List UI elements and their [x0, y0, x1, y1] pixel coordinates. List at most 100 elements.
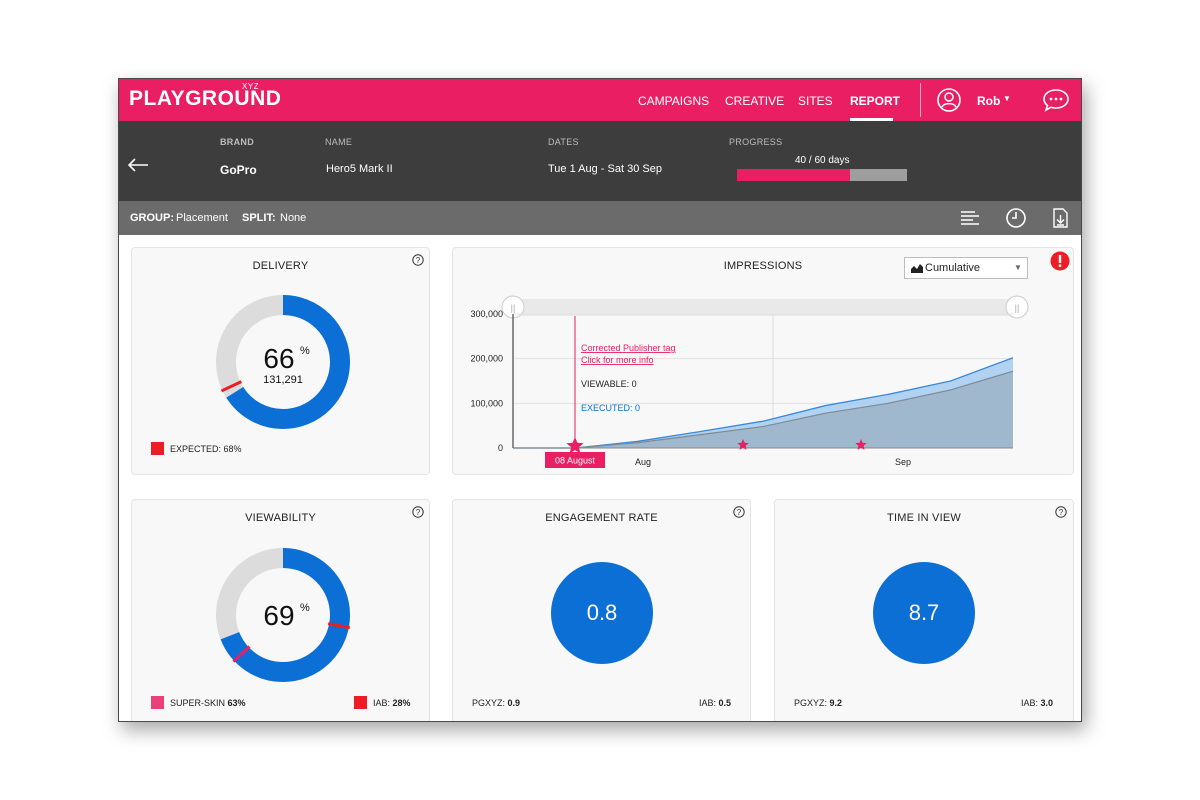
group-label: GROUP:	[130, 212, 174, 224]
date-tag-label: 08 August	[555, 456, 596, 466]
timeinview-pgxyz-value: 9.2	[829, 698, 843, 708]
progress-bar-fill	[737, 169, 851, 181]
engagement-pgxyz-label: PGXYZ:	[472, 698, 506, 708]
engagement-iab-value: 0.5	[718, 698, 732, 708]
iab-legend-value: 28%	[392, 698, 411, 708]
chat-icon[interactable]	[1042, 88, 1070, 112]
alert-icon[interactable]	[1050, 251, 1070, 271]
delivery-card: DELIVERY ? 66 % 131,291 EXPECTED: 68%	[131, 247, 430, 475]
nav-report[interactable]: REPORT	[850, 94, 900, 108]
help-icon[interactable]: ?	[733, 506, 745, 518]
logo-suffix: XYZ	[242, 82, 260, 91]
event-star-icon	[566, 437, 584, 454]
iab-legend-label: IAB:	[373, 698, 391, 708]
engagement-rate-card: ENGAGEMENT RATE ? 0.8 PGXYZ: 0.9 IAB: 0.…	[452, 499, 751, 721]
brand-label: BRAND	[220, 137, 254, 147]
iab-legend: IAB: 28%	[373, 698, 411, 708]
progress-bar	[737, 169, 907, 181]
y-tick-label: 300,000	[470, 309, 503, 319]
progress-label: PROGRESS	[729, 137, 783, 147]
group-split-bar: GROUP: Placement SPLIT: None	[119, 201, 1081, 235]
x-tick-label: Sep	[895, 457, 911, 467]
executed-readout: EXECUTED: 0	[581, 403, 640, 413]
engagement-pgxyz-value: 0.9	[507, 698, 521, 708]
svg-text:?: ?	[416, 256, 421, 265]
dates-label: DATES	[548, 137, 579, 147]
viewability-title: VIEWABILITY	[245, 512, 316, 524]
y-tick-label: 100,000	[470, 398, 503, 408]
back-arrow-icon[interactable]	[127, 157, 149, 173]
split-value[interactable]: None	[280, 212, 306, 224]
help-icon[interactable]: ?	[412, 506, 424, 518]
chart-mode-value: Cumulative	[925, 262, 981, 274]
timeinview-iab-label: IAB:	[1021, 698, 1039, 708]
expected-legend-swatch	[151, 442, 164, 455]
engagement-iab-label: IAB:	[699, 698, 717, 708]
delivery-percent-sign: %	[300, 345, 310, 357]
super-skin-legend-swatch	[151, 696, 164, 709]
delivery-count: 131,291	[263, 374, 303, 386]
delivery-title: DELIVERY	[252, 260, 309, 272]
x-tick-label: Aug	[635, 457, 651, 467]
brand-value: GoPro	[220, 163, 257, 177]
timeinview-pgxyz-label: PGXYZ:	[794, 698, 828, 708]
user-menu[interactable]: Rob	[977, 94, 1000, 108]
top-nav: PLAYGROUND XYZ CAMPAIGNS CREATIVE SITES …	[119, 79, 1081, 121]
name-label: NAME	[325, 137, 353, 147]
impressions-card: IMPRESSIONS Cumulative ▼ || || 0 100,000 2…	[452, 247, 1074, 475]
annotation-more-info-link[interactable]: Click for more info	[581, 355, 654, 365]
grip-icon: ||	[1015, 303, 1020, 313]
split-label: SPLIT:	[242, 212, 276, 224]
viewability-percent: 69	[263, 600, 294, 631]
nav-divider	[920, 83, 921, 117]
y-tick-label: 0	[498, 443, 503, 453]
download-icon[interactable]	[1049, 207, 1071, 229]
chart-mode-select[interactable]: Cumulative ▼	[904, 257, 1028, 279]
campaign-info-bar: BRAND GoPro NAME Hero5 Mark II DATES Tue…	[119, 121, 1081, 201]
svg-text:?: ?	[1059, 508, 1064, 517]
help-icon[interactable]: ?	[1055, 506, 1067, 518]
delivery-percent: 66	[263, 343, 294, 374]
engagement-value: 0.8	[551, 562, 653, 664]
viewability-percent-sign: %	[300, 602, 310, 614]
group-value[interactable]: Placement	[176, 212, 228, 224]
timeinview-iab: IAB: 3.0	[1021, 698, 1053, 708]
timeinview-pgxyz: PGXYZ: 9.2	[794, 698, 842, 708]
viewability-donut: 69 %	[216, 548, 351, 682]
super-skin-legend-value: 63%	[227, 698, 246, 708]
timeinview-title: TIME IN VIEW	[887, 512, 961, 524]
help-icon[interactable]: ?	[412, 254, 424, 266]
name-value: Hero5 Mark II	[326, 163, 393, 175]
iab-legend-swatch	[354, 696, 367, 709]
y-tick-label: 200,000	[470, 354, 503, 364]
grip-icon: ||	[511, 303, 516, 313]
range-slider-track[interactable]	[513, 299, 1017, 316]
nav-sites[interactable]: SITES	[798, 94, 833, 108]
timeinview-iab-value: 3.0	[1040, 698, 1054, 708]
clock-icon[interactable]	[1005, 207, 1027, 229]
viewable-readout: VIEWABLE: 0	[581, 379, 637, 389]
app-window: PLAYGROUND XYZ CAMPAIGNS CREATIVE SITES …	[118, 78, 1082, 722]
impressions-chart: || || 0 100,000 200,000 300,000 Aug Sep Corre…	[470, 295, 1029, 468]
time-in-view-card: TIME IN VIEW ? 8.7 PGXYZ: 9.2 IAB: 3.0	[774, 499, 1074, 721]
nav-creative[interactable]: CREATIVE	[725, 94, 784, 108]
timeinview-value: 8.7	[873, 562, 975, 664]
user-icon[interactable]	[937, 88, 961, 112]
select-caret-icon: ▼	[1014, 263, 1022, 272]
super-skin-legend-label: SUPER-SKIN	[170, 698, 226, 708]
area-chart-icon	[911, 264, 923, 273]
viewability-card: VIEWABILITY ? 69 % SUPER-SKIN 63% IAB: 2…	[131, 499, 430, 721]
list-icon[interactable]	[959, 207, 981, 229]
chevron-down-icon[interactable]: ▼	[1003, 94, 1011, 103]
expected-legend: EXPECTED: 68%	[170, 444, 242, 454]
annotation-link[interactable]: Corrected Publisher tag	[581, 343, 676, 353]
nav-campaigns[interactable]: CAMPAIGNS	[638, 94, 709, 108]
super-skin-legend: SUPER-SKIN 63%	[170, 698, 246, 708]
engagement-iab: IAB: 0.5	[699, 698, 731, 708]
engagement-pgxyz: PGXYZ: 0.9	[472, 698, 520, 708]
dates-value: Tue 1 Aug - Sat 30 Sep	[548, 163, 662, 175]
svg-text:?: ?	[416, 508, 421, 517]
engagement-title: ENGAGEMENT RATE	[545, 512, 658, 524]
svg-text:?: ?	[737, 508, 742, 517]
delivery-donut: 66 % 131,291	[216, 295, 350, 429]
